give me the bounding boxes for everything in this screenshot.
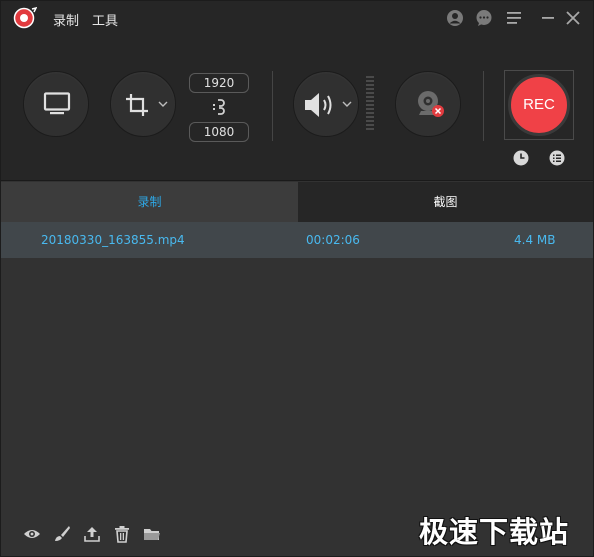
separator [272,71,273,141]
eye-icon[interactable] [23,525,41,543]
file-duration: 00:02:06 [306,233,360,247]
upload-icon[interactable] [83,525,101,543]
rec-button[interactable]: REC [508,74,570,136]
speaker-icon [305,93,332,117]
control-panel: 1920 1080 REC [1,35,593,181]
chevron-down-icon [158,101,168,107]
volume-meter [366,76,374,130]
webcam-button[interactable] [395,71,461,137]
task-list-icon[interactable] [548,149,566,167]
close-icon[interactable] [564,9,582,27]
region-select-button[interactable] [110,71,176,137]
file-size: 4.4 MB [514,233,556,247]
screen-mode-button[interactable] [23,71,89,137]
app-window: 录制 工具 1920 1080 REC 录制 截图 20180330_16385… [0,0,594,557]
title-bar: 录制 工具 [1,1,593,35]
file-name: 20180330_163855.mp4 [41,233,185,247]
chevron-down-icon [342,101,352,107]
list-item[interactable]: 20180330_163855.mp4 00:02:06 4.4 MB [1,222,593,258]
tab-record[interactable]: 录制 [1,182,298,222]
menu-icon[interactable] [505,9,523,27]
chat-icon[interactable] [475,9,493,27]
menu-record[interactable]: 录制 [53,10,79,29]
tab-bar: 录制 截图 [1,182,593,222]
height-field[interactable]: 1080 [189,122,249,142]
trash-icon[interactable] [113,525,131,543]
system-audio-button[interactable] [293,71,359,137]
width-field[interactable]: 1920 [189,73,249,93]
menu-tools[interactable]: 工具 [92,10,118,29]
crop-icon [126,94,148,116]
tab-screenshot[interactable]: 截图 [298,182,593,222]
user-icon[interactable] [446,9,464,27]
separator [483,71,484,141]
file-list: 20180330_163855.mp4 00:02:06 4.4 MB [1,222,593,512]
monitor-icon [43,92,71,115]
watermark: 极速下载站 [419,515,570,549]
minimize-icon[interactable] [539,9,557,27]
folder-icon[interactable] [143,525,161,543]
clock-icon[interactable] [512,149,530,167]
webcam-icon [418,91,444,117]
brush-icon[interactable] [53,525,71,543]
link-aspect-icon[interactable] [209,97,229,117]
app-logo-icon [13,7,37,29]
